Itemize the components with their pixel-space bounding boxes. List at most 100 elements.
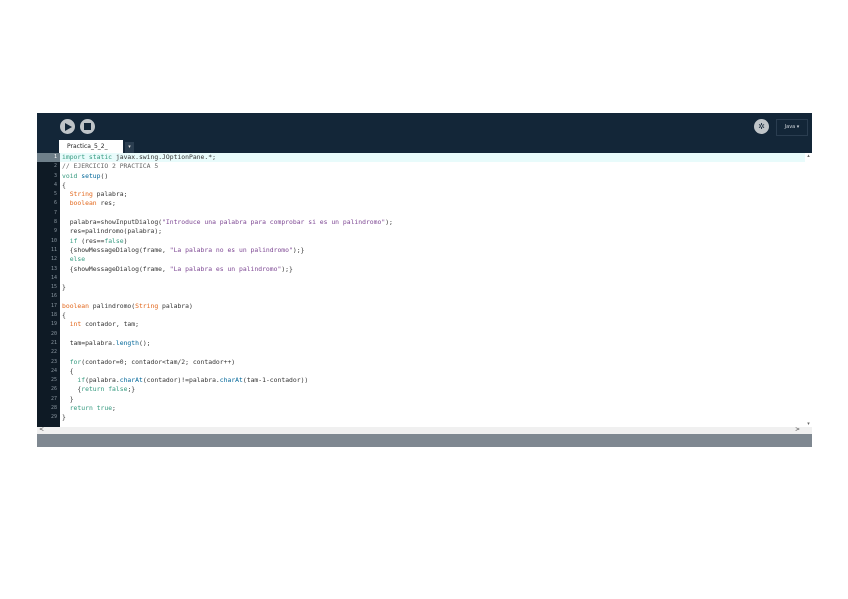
code-token: palabra;: [92, 190, 128, 199]
line-number: 5: [53, 191, 57, 198]
code-token: (palabra.: [85, 376, 120, 385]
line-number: 11: [50, 246, 57, 253]
line-number: 3: [53, 172, 57, 179]
code-line[interactable]: {showMessageDialog(frame, "La palabra es…: [60, 265, 805, 274]
code-token: ();: [138, 338, 151, 347]
code-token: );}: [292, 245, 305, 254]
code-line[interactable]: [60, 274, 805, 283]
code-token: "La palabra no es un palindromo": [169, 245, 293, 254]
code-line[interactable]: {return false;}: [60, 385, 805, 394]
code-line[interactable]: void setup(): [60, 172, 805, 181]
processing-ide-window: ✲ Java ▾ Practica_5_2_ ▾ 1 2 3 4 5 6 7 8 9 10 11 12…: [37, 113, 812, 447]
code-token: contador, tam;: [81, 320, 139, 329]
code-line[interactable]: {showMessageDialog(frame, "La palabra no…: [60, 246, 805, 255]
code-token: String: [135, 301, 159, 310]
line-number: 29: [50, 414, 57, 421]
code-token: (tam-1-contador)): [242, 376, 309, 385]
code-line[interactable]: [60, 330, 805, 339]
code-token: setup: [81, 171, 101, 180]
code-line[interactable]: res=palindromo(palabra);: [60, 227, 805, 236]
code-line[interactable]: return true;: [60, 404, 805, 413]
line-number: 7: [53, 209, 57, 216]
code-line[interactable]: boolean res;: [60, 199, 805, 208]
code-token: (contador)!=palabra.: [142, 376, 220, 385]
code-line[interactable]: {: [60, 311, 805, 320]
code-line[interactable]: String palabra;: [60, 190, 805, 199]
line-number: 24: [50, 367, 57, 374]
code-token: res=palindromo(palabra);: [62, 227, 163, 236]
code-token: javax.swing.JOptionPane.*;: [112, 153, 216, 161]
scroll-right-icon[interactable]: >: [795, 426, 800, 433]
tab-sketch[interactable]: Practica_5_2_: [59, 140, 123, 153]
code-area[interactable]: import static javax.swing.JOptionPane.*;…: [60, 153, 805, 427]
code-token: {: [62, 385, 82, 394]
code-line[interactable]: if(palabra.charAt(contador)!=palabra.cha…: [60, 376, 805, 385]
line-number: 16: [50, 293, 57, 300]
code-line[interactable]: [60, 292, 805, 301]
line-number: 21: [50, 339, 57, 346]
code-token: void: [62, 171, 78, 180]
run-button[interactable]: [60, 119, 75, 134]
code-token: (contador=0; contador<tam/2; contador++): [81, 357, 236, 366]
code-token: ;}: [127, 385, 136, 394]
line-number: 15: [50, 284, 57, 291]
code-token: }: [62, 413, 66, 422]
code-editor[interactable]: 1 2 3 4 5 6 7 8 9 10 11 12 13 14 15 16 17 18 19 20 21 22 23 24 2…: [37, 153, 812, 427]
code-line[interactable]: {: [60, 181, 805, 190]
code-token: return: [69, 404, 93, 413]
scroll-left-icon[interactable]: <: [39, 426, 44, 433]
line-number: 25: [50, 377, 57, 384]
code-line[interactable]: for(contador=0; contador<tam/2; contador…: [60, 358, 805, 367]
code-token: ): [123, 236, 128, 245]
code-token: {showMessageDialog(frame,: [62, 264, 170, 273]
code-token: charAt: [219, 376, 243, 385]
line-number: 23: [50, 358, 57, 365]
code-token: palabra): [158, 301, 193, 310]
code-line[interactable]: }: [60, 283, 805, 292]
code-line[interactable]: palabra=showInputDialog("Introduce una p…: [60, 218, 805, 227]
code-token: {showMessageDialog(frame,: [62, 245, 170, 254]
code-token: boolean: [62, 301, 89, 310]
code-line[interactable]: }: [60, 413, 805, 422]
toolbar: ✲ Java ▾: [37, 113, 812, 138]
stop-button[interactable]: [80, 119, 95, 134]
code-line[interactable]: if (res==false): [60, 237, 805, 246]
code-token: for: [69, 357, 82, 366]
line-number: 20: [50, 330, 57, 337]
code-token: "Introduce una palabra para comprobar si…: [162, 218, 386, 227]
mode-selector[interactable]: Java ▾: [776, 119, 808, 136]
code-token: int: [69, 320, 82, 329]
line-number: 9: [53, 228, 57, 235]
code-line[interactable]: [60, 348, 805, 357]
code-token: {: [62, 180, 66, 189]
code-token: {: [62, 311, 66, 320]
line-number: 17: [50, 302, 57, 309]
scroll-up-icon[interactable]: ▴: [805, 153, 812, 159]
line-number: 14: [50, 274, 57, 281]
code-line[interactable]: boolean palindromo(String palabra): [60, 302, 805, 311]
code-token: length: [115, 338, 139, 347]
line-number: 18: [50, 312, 57, 319]
code-token: false: [108, 385, 128, 394]
vertical-scrollbar[interactable]: ▴ ▾: [805, 153, 812, 427]
debug-icon[interactable]: ✲: [754, 119, 769, 134]
code-token: charAt: [119, 376, 143, 385]
code-line[interactable]: import static javax.swing.JOptionPane.*;: [60, 153, 805, 163]
code-line[interactable]: }: [60, 395, 805, 404]
code-token: (): [100, 171, 109, 180]
horizontal-scrollbar[interactable]: < >: [37, 426, 812, 434]
line-number: 13: [50, 265, 57, 272]
code-token: palabra=showInputDialog(: [62, 218, 163, 227]
code-line[interactable]: [60, 209, 805, 218]
code-line[interactable]: else: [60, 255, 805, 264]
code-line[interactable]: int contador, tam;: [60, 320, 805, 329]
tab-menu-button[interactable]: ▾: [125, 142, 134, 153]
code-line[interactable]: {: [60, 367, 805, 376]
code-line[interactable]: tam=palabra.length();: [60, 339, 805, 348]
line-number: 6: [53, 200, 57, 207]
code-line[interactable]: // EJERCICIO 2 PRACTICA 5: [60, 162, 805, 171]
